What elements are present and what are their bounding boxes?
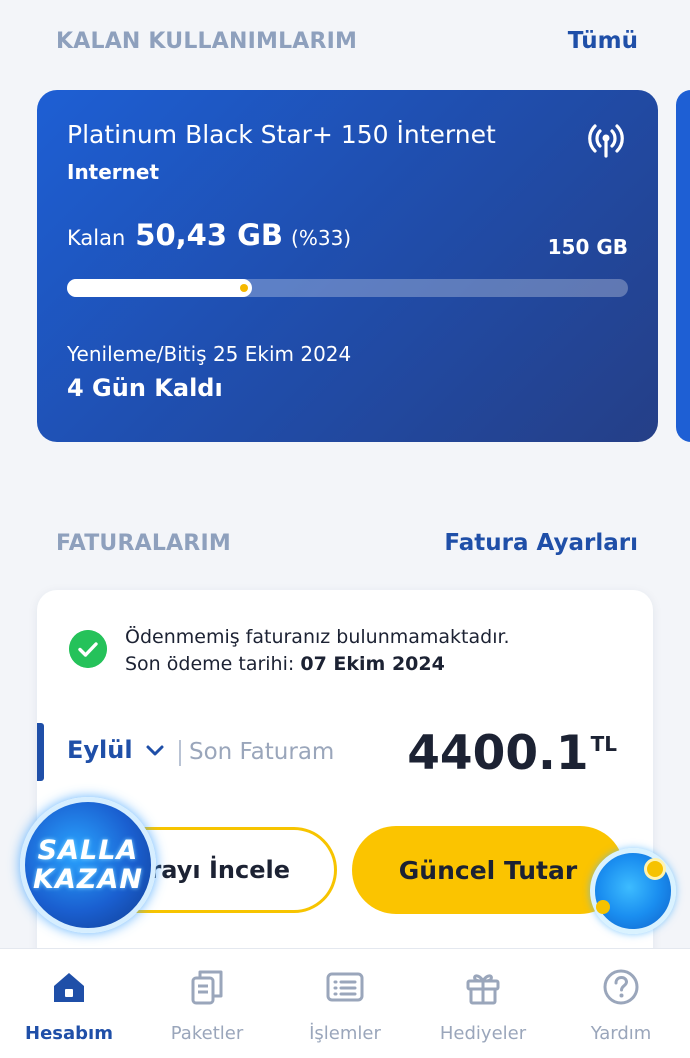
tab-yardim[interactable]: Yardım xyxy=(552,949,690,1058)
help-icon xyxy=(603,969,639,1005)
plan-type: Internet xyxy=(67,160,160,184)
tab-paketler[interactable]: Paketler xyxy=(138,949,276,1058)
usage-section-header: KALAN KULLANIMLARIM Tümü xyxy=(0,28,690,54)
tab-hesabim[interactable]: Hesabım xyxy=(0,949,138,1058)
month-label: Eylül xyxy=(67,736,133,764)
due-date-value: 07 Ekim 2024 xyxy=(300,653,445,675)
due-date-line: Son ödeme tarihi: 07 Ekim 2024 xyxy=(125,651,510,678)
home-icon xyxy=(54,973,84,1002)
tab-label: Paketler xyxy=(170,1023,244,1044)
tab-label: İşlemler xyxy=(309,1023,381,1044)
remaining-row: Kalan 50,43 GB (%33) xyxy=(67,218,351,252)
bottom-tab-bar: Hesabım Paketler İşlemler Hediyeler Yard… xyxy=(0,948,690,1058)
remaining-label: Kalan xyxy=(67,226,126,250)
month-selector[interactable]: Eylül xyxy=(67,736,165,764)
bill-status-message: Ödenmemiş faturanız bulunmamaktadır. Son… xyxy=(125,624,510,678)
shake-win-badge[interactable]: SALLA KAZAN xyxy=(20,797,156,933)
plan-name: Platinum Black Star+ 150 İnternet xyxy=(67,120,496,149)
bill-currency: TL xyxy=(590,732,617,756)
remaining-percent: (%33) xyxy=(291,226,352,250)
bill-section-title: FATURALARIM xyxy=(56,530,231,556)
chevron-down-icon xyxy=(146,745,164,756)
usage-progress-bar xyxy=(67,279,628,297)
remaining-value: 50,43 GB xyxy=(135,218,284,252)
gift-icon xyxy=(466,974,500,1005)
bill-amount-value: 4400.1 xyxy=(407,726,589,781)
bill-section-header: FATURALARIM Fatura Ayarları xyxy=(0,530,690,556)
usage-card[interactable]: Platinum Black Star+ 150 İnternet Intern… xyxy=(37,90,658,442)
shake-win-line2: KAZAN xyxy=(33,864,143,895)
due-date-label: Son ödeme tarihi: xyxy=(125,653,295,675)
tab-label: Hediyeler xyxy=(439,1023,527,1044)
month-accent-bar xyxy=(37,723,44,781)
antenna-icon xyxy=(588,124,624,158)
total-quota: 150 GB xyxy=(547,235,628,259)
bill-amount: 4400.1 TL xyxy=(407,726,617,781)
bill-settings-link[interactable]: Fatura Ayarları xyxy=(444,530,638,556)
current-amount-button[interactable]: Güncel Tutar xyxy=(352,826,624,914)
usage-progress-fill xyxy=(67,279,253,297)
tab-hediyeler[interactable]: Hediyeler xyxy=(414,949,552,1058)
tab-label: Yardım xyxy=(590,1023,652,1044)
shake-win-line1: SALLA xyxy=(37,835,139,866)
renewal-date: Yenileme/Bitiş 25 Ekim 2024 xyxy=(67,342,352,366)
days-left: 4 Gün Kaldı xyxy=(67,374,223,402)
assistant-orb-dot xyxy=(596,900,610,914)
bill-card: Ödenmemiş faturanız bulunmamaktadır. Son… xyxy=(37,590,653,1010)
assistant-orb-dot xyxy=(644,858,666,880)
see-all-link[interactable]: Tümü xyxy=(568,28,638,54)
last-bill-label: Son Faturam xyxy=(189,739,335,765)
packages-icon xyxy=(191,970,223,1005)
tab-islemler[interactable]: İşlemler xyxy=(276,949,414,1058)
next-usage-card[interactable] xyxy=(676,90,690,442)
check-circle-icon xyxy=(69,630,107,668)
list-icon xyxy=(326,972,364,1002)
tab-label: Hesabım xyxy=(25,1023,113,1044)
bill-status-line: Ödenmemiş faturanız bulunmamaktadır. xyxy=(125,626,510,648)
usage-section-title: KALAN KULLANIMLARIM xyxy=(56,28,358,54)
divider xyxy=(179,740,181,766)
